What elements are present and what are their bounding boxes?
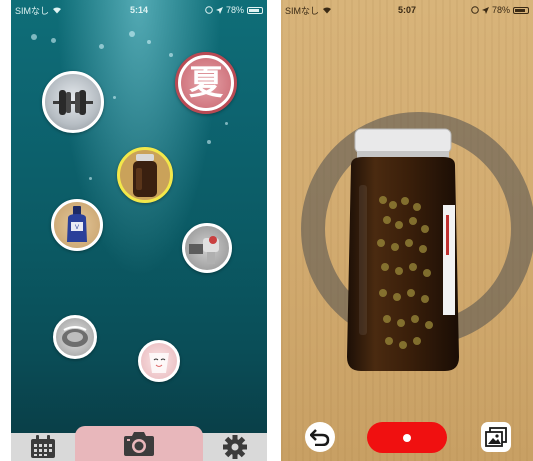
bubble-particle [169, 53, 173, 57]
memo-bubble-stamp[interactable]: 夏 [175, 52, 237, 114]
back-button[interactable] [305, 422, 335, 452]
bubble-particle [147, 40, 151, 44]
battery-percent: 78% [225, 5, 244, 15]
calendar-icon [31, 435, 55, 458]
bubble-particle [99, 44, 104, 49]
camera-screen: SIMなし 5:07 78% [281, 0, 533, 461]
status-bar: SIMなし 5:14 78% [11, 0, 267, 20]
bubble-particle [89, 177, 92, 180]
wifi-icon [322, 6, 332, 14]
cup-photo [149, 353, 169, 373]
jar-photo [133, 154, 157, 197]
shutter-button[interactable] [367, 422, 447, 453]
carrier-label: SIMなし [15, 5, 50, 16]
bubble-particle [113, 96, 116, 99]
undo-icon [310, 429, 330, 446]
stamp-face: 夏 [181, 58, 231, 108]
dumbbell-photo [53, 90, 93, 115]
camera-toolbar [281, 411, 533, 461]
bubble-particle [207, 140, 211, 144]
bubble-particle [225, 122, 228, 125]
memo-bubble-jar[interactable] [117, 147, 173, 203]
bubble-particle [129, 31, 135, 37]
svg-text:V: V [75, 225, 79, 231]
memo-list-screen: SIMなし 5:14 78% 夏 V [11, 0, 267, 461]
tab-bar [11, 426, 267, 461]
wifi-icon [52, 6, 62, 14]
memo-bubble-cup[interactable] [138, 340, 180, 382]
orientation-lock-icon [205, 6, 213, 14]
faucet-photo [189, 236, 219, 264]
tab-settings[interactable] [203, 433, 267, 461]
gear-icon [223, 435, 247, 459]
camera-icon [124, 431, 154, 456]
record-dot [403, 433, 411, 442]
battery-icon [513, 6, 529, 14]
battery-percent: 78% [491, 5, 510, 15]
memo-bubble-bottle[interactable]: V [51, 199, 103, 251]
status-time: 5:14 [129, 5, 149, 15]
orientation-lock-icon [471, 6, 479, 14]
blue-bottle-photo: V [67, 206, 87, 242]
battery-icon [247, 6, 263, 14]
bubble-particle [51, 38, 56, 43]
bubble-particle [31, 34, 37, 40]
jar-subject [347, 128, 459, 371]
status-time: 5:07 [397, 5, 417, 15]
gallery-button[interactable] [481, 422, 511, 452]
stamp-label: 夏 [189, 63, 223, 103]
image-gallery-icon [485, 427, 507, 447]
location-icon [481, 6, 489, 14]
status-bar: SIMなし 5:07 78% [281, 0, 533, 20]
tab-camera[interactable] [75, 426, 203, 461]
memo-bubble-faucet[interactable] [182, 223, 232, 273]
memo-bubble-sink[interactable] [53, 315, 97, 359]
carrier-label: SIMなし [285, 5, 320, 16]
location-icon [215, 6, 223, 14]
sink-photo [62, 326, 88, 347]
memo-bubble-dumbbell[interactable] [42, 71, 104, 133]
tab-calendar[interactable] [11, 433, 75, 461]
